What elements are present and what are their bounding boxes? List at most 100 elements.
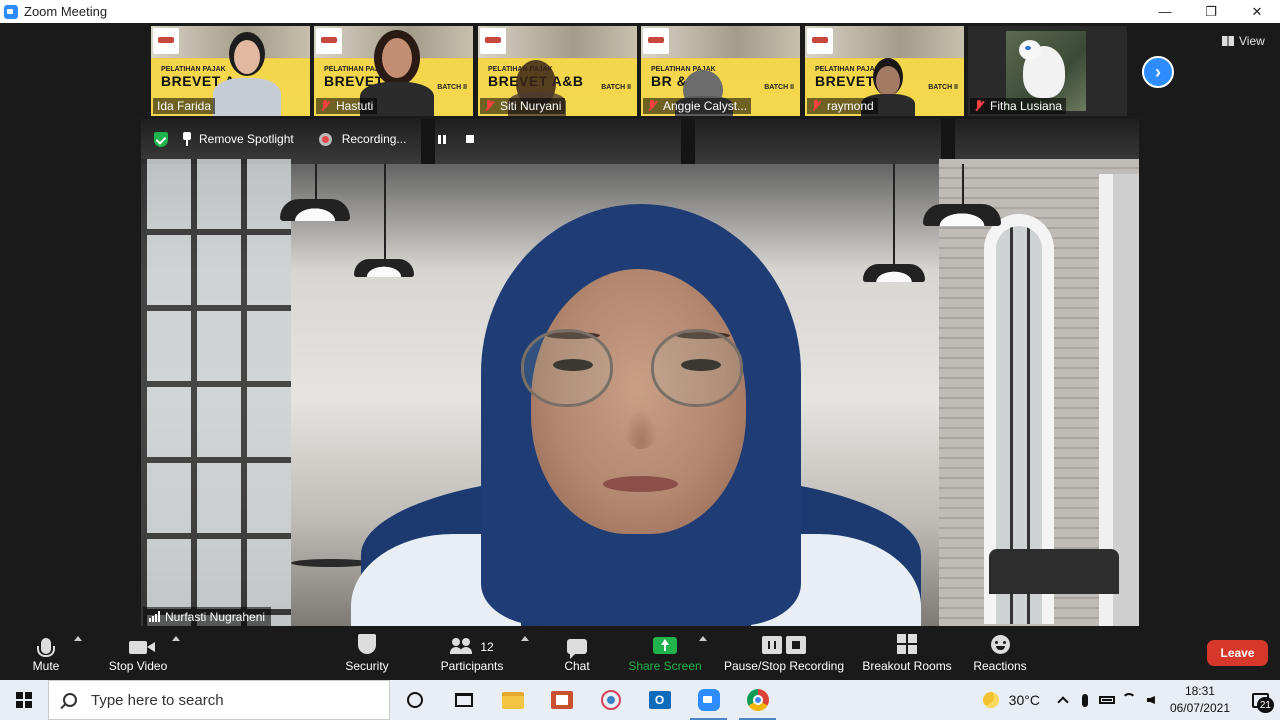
- participant-name-tag: Hastuti: [316, 98, 378, 114]
- speaker-figure: [341, 204, 941, 626]
- chrome-taskbar-button[interactable]: [733, 680, 782, 720]
- notification-count-badge: 21: [1256, 697, 1274, 713]
- participant-thumbnail[interactable]: PELATIHAN PAJAK BREVET A Ida Farida: [151, 26, 310, 116]
- video-camera-icon: [129, 641, 155, 654]
- battery-icon[interactable]: [1096, 680, 1118, 720]
- weather-temperature[interactable]: 30°C: [1009, 692, 1040, 708]
- restore-button[interactable]: ❐: [1188, 0, 1234, 23]
- taskbar-clock[interactable]: 18:31 06/07/2021: [1170, 683, 1230, 717]
- mute-label: Mute: [32, 659, 60, 673]
- pause-icon: [762, 636, 782, 654]
- chat-icon: [567, 639, 587, 659]
- chat-label: Chat: [564, 659, 590, 673]
- clock-date: 06/07/2021: [1169, 701, 1230, 715]
- start-button[interactable]: [0, 680, 48, 720]
- pause-stop-recording-button[interactable]: Pause/Stop Recording: [722, 626, 846, 680]
- close-button[interactable]: ✕: [1234, 0, 1280, 23]
- view-button[interactable]: View: [1222, 33, 1265, 49]
- zoom-taskbar-button[interactable]: [684, 680, 733, 720]
- chat-button[interactable]: Chat: [562, 626, 592, 680]
- participant-thumbnail[interactable]: PELATIHAN PAJAK BREVET BATCH II Hastuti: [314, 26, 473, 116]
- snip-tool-button[interactable]: [586, 680, 635, 720]
- stop-video-label: Stop Video: [108, 659, 168, 673]
- participants-icon: [450, 638, 474, 654]
- snipping-tool-icon: [600, 690, 621, 710]
- lamp: [280, 199, 350, 221]
- share-options-caret[interactable]: [699, 636, 707, 641]
- stop-video-button[interactable]: Stop Video: [106, 626, 170, 680]
- participant-name: Fitha Lusiana: [990, 99, 1063, 113]
- remove-spotlight-button[interactable]: Remove Spotlight: [199, 132, 294, 146]
- folder-icon: [501, 691, 524, 709]
- weather-moon-icon[interactable]: [982, 692, 999, 708]
- taskbar-search[interactable]: Type here to search: [48, 680, 390, 720]
- smiley-icon: [990, 635, 1010, 654]
- stop-recording-button[interactable]: [466, 135, 475, 143]
- signal-strength-icon: [149, 611, 160, 622]
- security-button[interactable]: Security: [342, 626, 392, 680]
- participant-thumbnail[interactable]: PELATIHAN PAJAK BR &B BATCH II Anggie Ca…: [641, 26, 800, 116]
- participants-button[interactable]: 12 Participants: [438, 626, 506, 680]
- presentation-app-button[interactable]: [537, 680, 586, 720]
- show-hidden-icons-button[interactable]: [1052, 680, 1074, 720]
- mic-muted-icon: [320, 100, 330, 112]
- poster-title: BREVET: [815, 73, 875, 89]
- participant-thumbnail[interactable]: Fitha Lusiana: [968, 26, 1127, 116]
- participant-name: raymond: [827, 99, 874, 113]
- search-placeholder: Type here to search: [91, 691, 224, 709]
- poster-batch: BATCH II: [764, 84, 794, 91]
- search-icon: [63, 693, 77, 707]
- notification-center-button[interactable]: 21: [1240, 680, 1280, 720]
- video-options-caret[interactable]: [172, 636, 180, 641]
- participant-name-tag: Siti Nuryani: [480, 98, 566, 114]
- participants-options-caret[interactable]: [521, 636, 529, 641]
- pause-recording-button[interactable]: [438, 134, 447, 144]
- task-view-button[interactable]: [439, 680, 488, 720]
- speaker-icon[interactable]: [1140, 680, 1162, 720]
- microphone-tray-icon[interactable]: [1074, 680, 1096, 720]
- poster-subtitle: PELATIHAN PAJAK: [815, 66, 880, 73]
- audio-options-caret[interactable]: [74, 636, 82, 641]
- poster-subtitle: PELATIHAN PAJAK: [161, 66, 226, 73]
- security-label: Security: [345, 659, 389, 673]
- chrome-icon: [746, 689, 769, 711]
- mic-muted-icon: [811, 100, 821, 112]
- system-tray: 30°C 18:31 06/07/2021 21: [982, 680, 1280, 720]
- participant-thumbnail[interactable]: PELATIHAN PAJAK BREVET A&B BATCH II Siti…: [478, 26, 637, 116]
- share-screen-icon: [653, 637, 677, 654]
- reactions-button[interactable]: Reactions: [972, 626, 1028, 680]
- participant-name: Hastuti: [336, 99, 374, 113]
- chevron-right-icon: ›: [1155, 61, 1161, 82]
- participant-name-tag: Fitha Lusiana: [970, 98, 1067, 114]
- speaker-name: Nurfasti Nugraheni: [165, 609, 266, 624]
- participant-thumbnail[interactable]: PELATIHAN PAJAK BREVET BATCH II raymond: [805, 26, 964, 116]
- zoom-icon: [697, 689, 720, 711]
- outlook-button[interactable]: O: [635, 680, 684, 720]
- cortana-button[interactable]: [390, 680, 439, 720]
- next-page-button[interactable]: ›: [1142, 56, 1174, 88]
- mute-button[interactable]: Mute: [30, 626, 62, 680]
- clock-time: 18:31: [1184, 684, 1215, 698]
- logo-icon: [153, 28, 179, 54]
- minimize-button[interactable]: —: [1142, 0, 1188, 23]
- share-screen-button[interactable]: Share Screen: [628, 626, 702, 680]
- pin-icon: [182, 132, 192, 146]
- participant-name-tag: Anggie Calyst...: [643, 98, 752, 114]
- logo-icon: [643, 28, 669, 54]
- stop-icon: [786, 636, 806, 654]
- windows-logo-icon: [16, 692, 32, 708]
- leave-button[interactable]: Leave: [1207, 640, 1268, 666]
- participant-name: Anggie Calyst...: [663, 99, 748, 113]
- breakout-rooms-label: Breakout Rooms: [862, 659, 952, 673]
- file-explorer-button[interactable]: [488, 680, 537, 720]
- wifi-icon[interactable]: [1118, 680, 1140, 720]
- participant-count: 12: [480, 640, 494, 654]
- spotlight-video[interactable]: [141, 119, 1139, 626]
- lamp-cord: [962, 164, 964, 209]
- view-label: View: [1239, 34, 1265, 48]
- share-screen-label: Share Screen: [628, 659, 702, 673]
- breakout-rooms-button[interactable]: Breakout Rooms: [860, 626, 954, 680]
- encryption-shield-icon[interactable]: [154, 131, 168, 147]
- mic-muted-icon: [484, 100, 494, 112]
- video-sink: [989, 549, 1119, 594]
